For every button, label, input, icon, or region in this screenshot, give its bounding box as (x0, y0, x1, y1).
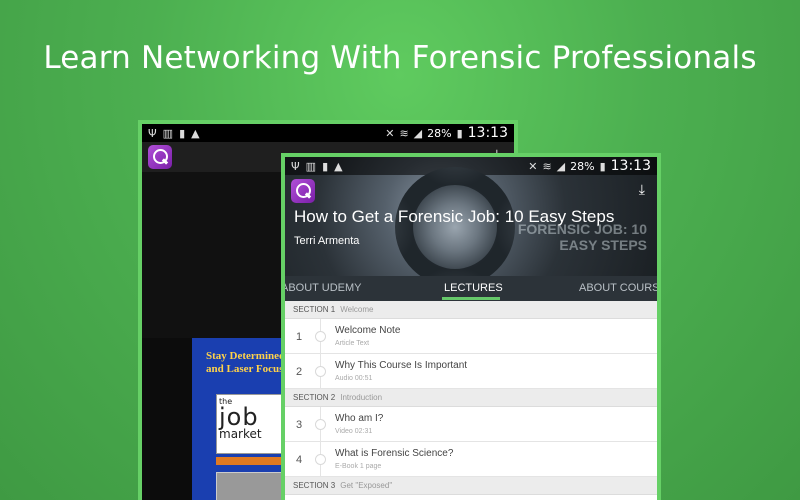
lecture-meta: E-Book 1 page (335, 463, 382, 470)
wifi-icon: ≋ (399, 126, 409, 140)
wifi-icon: ≋ (542, 159, 552, 173)
download-icon[interactable]: ⤓ (639, 181, 645, 198)
download-notification-icon: ▮ (179, 126, 186, 140)
lecture-list: SECTION 1 Welcome 1 Welcome Note Article… (285, 301, 657, 495)
battery-percent: 28% (570, 159, 595, 173)
lecture-item[interactable]: 3 Who am I? Video 02:31 (285, 407, 657, 442)
lecture-number: 3 (296, 419, 303, 431)
signal-icon: ◢ (413, 126, 423, 140)
section-header: SECTION 2 Introduction (285, 389, 657, 407)
battery-icon: ▮ (456, 126, 463, 140)
image-icon: ▲ (334, 159, 343, 173)
course-title: How to Get a Forensic Job: 10 Easy Steps (294, 207, 615, 226)
tab-about-udemy[interactable]: About Udemy (285, 282, 361, 294)
image-icon: ▲ (191, 126, 200, 140)
lecture-title: Welcome Note (335, 325, 401, 336)
battery-icon: ▮ (599, 159, 606, 173)
lecture-number: 2 (296, 366, 303, 378)
battery-percent: 28% (427, 126, 452, 140)
lecture-meta: Audio 00:51 (335, 375, 373, 382)
sim-icon: ▥ (305, 159, 317, 173)
front-device-screen: FORENSIC JOB: 10 EASY STEPS Ψ ▥ ▮ ▲ ✕ ≋ … (281, 153, 661, 500)
status-bar: Ψ ▥ ▮ ▲ ✕ ≋ ◢ 28% ▮ 13:13 (142, 124, 514, 142)
section-header: SECTION 1 Welcome (285, 301, 657, 319)
mute-icon: ✕ (528, 159, 538, 173)
headline: Learn Networking With Forensic Professio… (43, 40, 757, 76)
lecture-title: Why This Course Is Important (335, 360, 468, 371)
clock: 13:13 (610, 158, 651, 174)
tab-bar: About Udemy Lectures About Course (285, 276, 657, 301)
tab-lectures[interactable]: Lectures (444, 282, 503, 294)
mute-icon: ✕ (385, 126, 395, 140)
progress-circle-icon (315, 366, 326, 377)
course-author[interactable]: Terri Armenta (294, 235, 359, 247)
lecture-meta: Article Text (335, 340, 370, 347)
progress-circle-icon (315, 419, 326, 430)
video-letterbox (142, 338, 192, 500)
app-logo-icon[interactable] (291, 179, 315, 203)
slide-photo (216, 472, 286, 500)
signal-icon: ◢ (556, 159, 566, 173)
lecture-meta: Video 02:31 (335, 428, 373, 435)
course-header: FORENSIC JOB: 10 EASY STEPS Ψ ▥ ▮ ▲ ✕ ≋ … (285, 157, 657, 276)
usb-icon: Ψ (291, 159, 300, 173)
download-notification-icon: ▮ (322, 159, 329, 173)
lecture-item[interactable]: 4 What is Forensic Science? E-Book 1 pag… (285, 442, 657, 477)
lecture-title: What is Forensic Science? (335, 448, 454, 459)
lecture-title: Who am I? (335, 413, 384, 424)
sim-icon: ▥ (162, 126, 174, 140)
active-tab-indicator (442, 297, 500, 300)
progress-circle-icon (315, 454, 326, 465)
logo-accent-bar (216, 457, 286, 465)
clock: 13:13 (467, 125, 508, 141)
lecture-item[interactable]: 1 Welcome Note Article Text (285, 319, 657, 354)
job-market-logo: the job market (216, 394, 286, 454)
progress-circle-icon (315, 331, 326, 342)
section-header: SECTION 3 Get "Exposed" (285, 477, 657, 495)
lecture-number: 4 (296, 454, 303, 466)
tab-about-course[interactable]: About Course (579, 282, 657, 294)
lecture-number: 1 (296, 331, 303, 343)
lecture-item[interactable]: 2 Why This Course Is Important Audio 00:… (285, 354, 657, 389)
app-logo-icon[interactable] (148, 145, 172, 169)
usb-icon: Ψ (148, 126, 157, 140)
